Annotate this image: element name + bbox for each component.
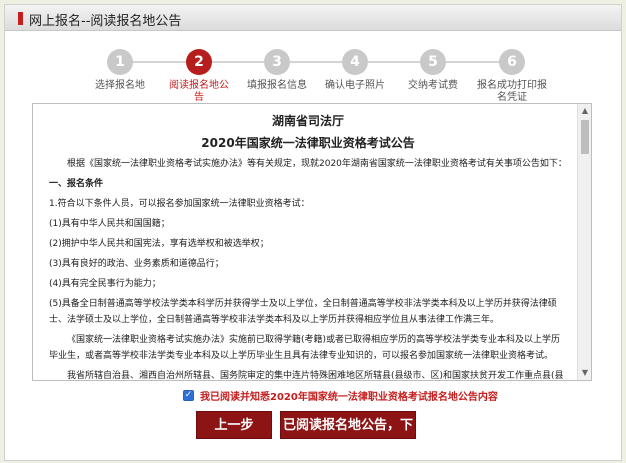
step-3-circle: 3 [264, 49, 290, 75]
scroll-down-icon[interactable]: ▼ [578, 366, 591, 380]
notice-section-heading: 一、报名条件 [49, 179, 104, 189]
step-6-label: 报名成功打印报名凭证 [477, 80, 547, 103]
title-marker [18, 12, 23, 25]
notice-paragraph: (1)具有中华人民共和国国籍； [49, 219, 170, 229]
notice-paragraph: 《国家统一法律职业资格考试实施办法》实施前已取得学籍(考籍)或者已取得相应学历的… [49, 335, 561, 361]
step-connector [368, 61, 420, 63]
title-bar: 网上报名--阅读报名地公告 [5, 5, 621, 31]
step-1-label: 选择报名地 [95, 80, 145, 91]
step-3-label: 填报报名信息 [247, 80, 307, 91]
step-connector [290, 61, 342, 63]
step-5-label: 交纳考试费 [408, 80, 458, 91]
notice-paragraph: (3)具有良好的政治、业务素质和道德品行； [49, 259, 224, 269]
step-connector [133, 61, 186, 63]
step-4-label: 确认电子照片 [325, 80, 385, 91]
notice-paragraph: (4)具有完全民事行为能力； [49, 279, 161, 289]
step-1-circle: 1 [107, 49, 133, 75]
step-progress: 1 2 3 4 5 6 选择报名地 阅读报名地公告 填报报名信息 确认电子照片 … [5, 45, 621, 103]
page-title: 网上报名--阅读报名地公告 [29, 14, 182, 29]
agreement-checkbox[interactable]: ✓ [183, 390, 194, 401]
step-2-label: 阅读报名地公告 [169, 80, 229, 103]
notice-paragraph: 1.符合以下条件人员，可以报名参加国家统一法律职业资格考试： [49, 199, 310, 209]
step-5-circle: 5 [420, 49, 446, 75]
notice-scrollbar[interactable]: ▲ ▼ [577, 104, 591, 380]
scroll-up-icon[interactable]: ▲ [578, 104, 591, 118]
notice-paragraph: 我省所辖自治县、湘西自治州所辖县、国务院审定的集中连片特殊困难地区所辖县(县级市… [67, 371, 564, 381]
notice-content: 湖南省司法厅 2020年国家统一法律职业资格考试公告 根据《国家统一法律职业资格… [49, 112, 567, 381]
step-connector [212, 61, 264, 63]
step-4-circle: 4 [342, 49, 368, 75]
agreement-label[interactable]: 我已阅读并知悉2020年国家统一法律职业资格考试报名地公告内容 [200, 388, 498, 403]
notice-paragraph: (5)具备全日制普通高等学校法学类本科学历并获得学士及以上学位，全日制普通高等学… [49, 299, 557, 325]
step-2-circle: 2 [186, 49, 212, 75]
step-6-circle: 6 [499, 49, 525, 75]
scroll-thumb[interactable] [581, 120, 589, 154]
notice-title: 2020年国家统一法律职业资格考试公告 [201, 136, 415, 150]
step-connector [446, 61, 499, 63]
notice-paragraph: (2)拥护中华人民共和国宪法，享有选举权和被选举权； [49, 239, 269, 249]
notice-org: 湖南省司法厅 [271, 114, 344, 128]
main-panel: 网上报名--阅读报名地公告 1 2 3 4 5 6 选择报名地 阅读报名地公告 … [4, 4, 622, 461]
prev-button[interactable]: 上一步 [196, 411, 272, 439]
notice-paragraph: 根据《国家统一法律职业资格考试实施办法》等有关规定，现就2020年湖南省国家统一… [67, 159, 567, 169]
next-button[interactable]: 已阅读报名地公告，下一步 [280, 411, 416, 461]
notice-content-box[interactable]: 湖南省司法厅 2020年国家统一法律职业资格考试公告 根据《国家统一法律职业资格… [32, 103, 592, 381]
